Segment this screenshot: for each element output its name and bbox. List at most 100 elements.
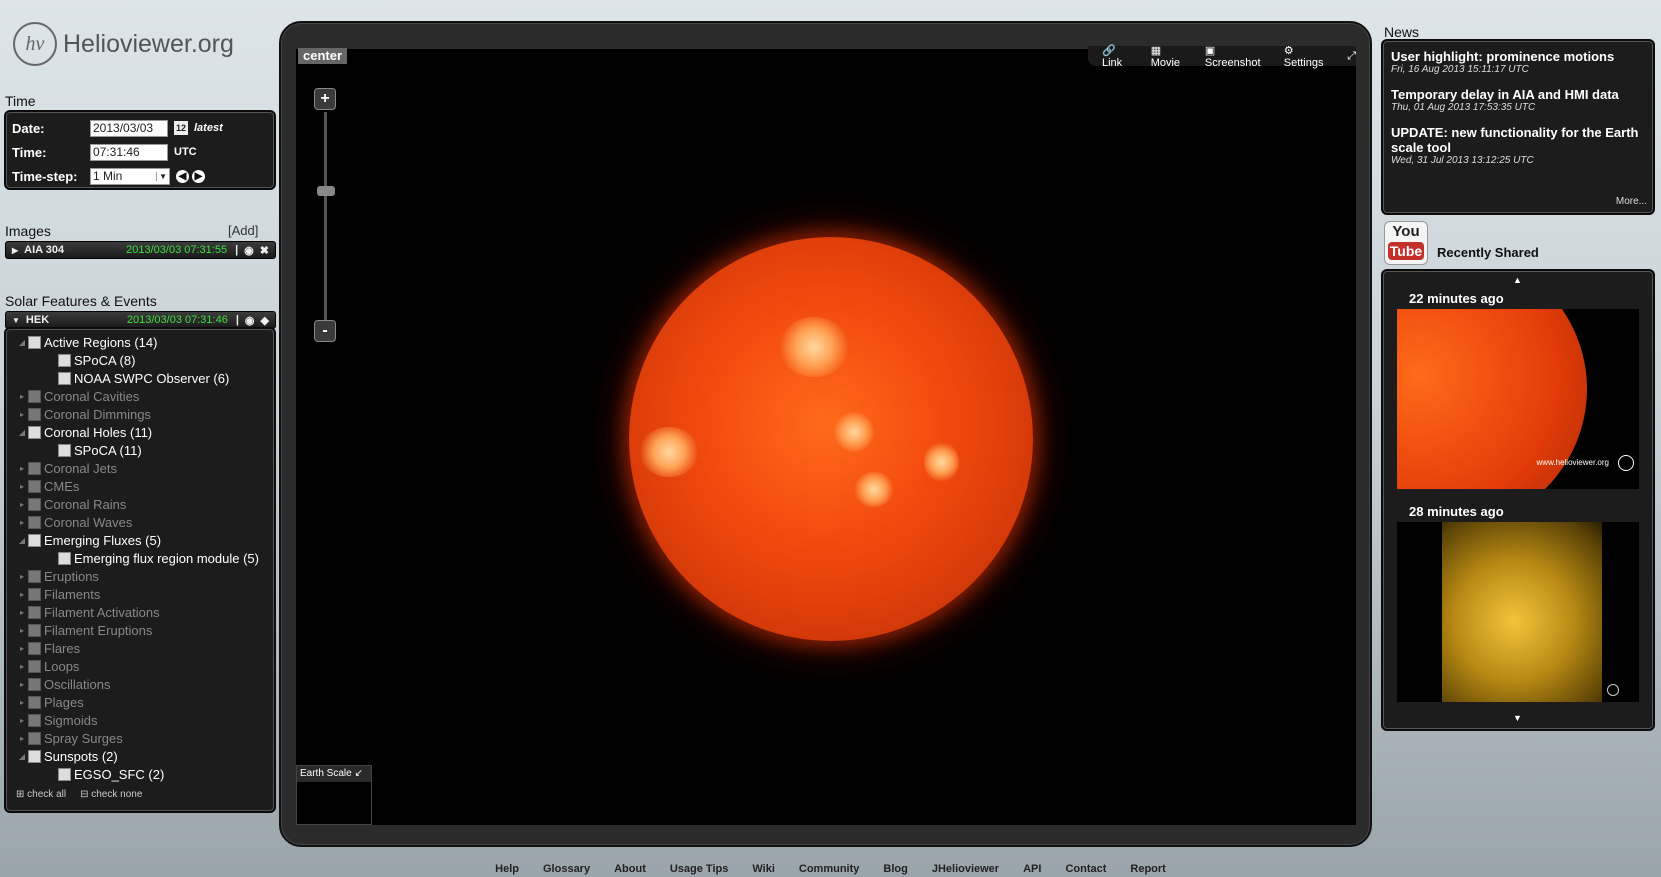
expand-icon[interactable]: ▸ xyxy=(16,464,28,473)
feature-checkbox[interactable] xyxy=(28,623,41,637)
zoom-slider-track[interactable] xyxy=(324,112,327,322)
footer-link[interactable]: Usage Tips xyxy=(670,863,729,875)
step-back-icon[interactable]: ◀ xyxy=(176,169,189,183)
step-forward-icon[interactable]: ▶ xyxy=(192,169,205,183)
calendar-icon[interactable]: 12 xyxy=(174,121,188,135)
timestep-select[interactable]: 1 Min ▼ xyxy=(90,167,170,185)
news-item[interactable]: UPDATE: new functionality for the Earth … xyxy=(1391,125,1645,166)
minimize-icon[interactable]: ↙ xyxy=(354,768,362,779)
link-button[interactable]: 🔗 Link xyxy=(1102,44,1137,69)
footer-link[interactable]: About xyxy=(614,863,646,875)
feature-checkbox[interactable] xyxy=(28,569,41,583)
check-none-link[interactable]: ⊟ check none xyxy=(80,789,142,800)
feature-checkbox[interactable] xyxy=(28,389,41,403)
expand-icon[interactable]: ▸ xyxy=(16,518,28,527)
feature-checkbox[interactable] xyxy=(28,461,41,475)
feature-tree-item[interactable]: ▸ Filament Activations xyxy=(6,603,274,621)
feature-checkbox[interactable] xyxy=(28,533,41,547)
scroll-down-icon[interactable]: ▼ xyxy=(1513,713,1522,723)
feature-tree-item[interactable]: ▸ CMEs xyxy=(6,477,274,495)
video-thumbnail[interactable]: www.helioviewer.org xyxy=(1397,309,1639,489)
feature-tree-item[interactable]: ▸ Oscillations xyxy=(6,675,274,693)
zoom-slider-handle[interactable] xyxy=(317,186,335,196)
zoom-out-button[interactable]: - xyxy=(314,320,336,342)
tag-icon[interactable]: ◆ xyxy=(261,314,269,327)
feature-checkbox[interactable] xyxy=(28,749,41,763)
footer-link[interactable]: JHelioviewer xyxy=(932,863,999,875)
feature-checkbox[interactable] xyxy=(28,605,41,619)
visibility-eye-icon[interactable]: ◉ xyxy=(244,244,254,257)
zoom-in-button[interactable]: + xyxy=(314,88,336,110)
feature-checkbox[interactable] xyxy=(28,731,41,745)
footer-link[interactable]: Contact xyxy=(1065,863,1106,875)
expand-icon[interactable]: ▸ xyxy=(16,608,28,617)
more-news-link[interactable]: More... xyxy=(1616,196,1647,207)
collapse-icon[interactable]: ▼ xyxy=(12,316,20,325)
feature-checkbox[interactable] xyxy=(58,443,71,457)
feature-checkbox[interactable] xyxy=(28,587,41,601)
feature-tree-item[interactable]: SPoCA (11) xyxy=(6,441,274,459)
feature-tree-item[interactable]: NOAA SWPC Observer (6) xyxy=(6,369,274,387)
news-item[interactable]: User highlight: prominence motions Fri, 1… xyxy=(1391,49,1645,75)
feature-checkbox[interactable] xyxy=(28,659,41,673)
expand-icon[interactable]: ◢ xyxy=(16,428,28,437)
news-title[interactable]: Temporary delay in AIA and HMI data xyxy=(1391,87,1645,102)
feature-checkbox[interactable] xyxy=(28,641,41,655)
feature-checkbox[interactable] xyxy=(58,353,71,367)
shared-video-2[interactable]: 28 minutes ago xyxy=(1397,504,1639,702)
feature-tree-item[interactable]: ◢ Coronal Holes (11) xyxy=(6,423,274,441)
expand-icon[interactable]: ▶ xyxy=(12,246,18,255)
feature-checkbox[interactable] xyxy=(28,695,41,709)
latest-link[interactable]: latest xyxy=(194,122,223,134)
expand-icon[interactable]: ▸ xyxy=(16,500,28,509)
feature-checkbox[interactable] xyxy=(28,479,41,493)
feature-checkbox[interactable] xyxy=(28,713,41,727)
feature-tree-item[interactable]: SPoCA (8) xyxy=(6,351,274,369)
expand-icon[interactable]: ▸ xyxy=(16,626,28,635)
expand-icon[interactable]: ▸ xyxy=(16,392,28,401)
feature-tree-item[interactable]: ▸ Plages xyxy=(6,693,274,711)
time-input[interactable] xyxy=(90,143,168,161)
feature-tree-item[interactable]: ▸ Coronal Cavities xyxy=(6,387,274,405)
expand-icon[interactable]: ▸ xyxy=(16,716,28,725)
feature-tree-item[interactable]: ▸ Filament Eruptions xyxy=(6,621,274,639)
center-button[interactable]: center xyxy=(298,48,348,64)
feature-checkbox[interactable] xyxy=(58,551,71,565)
footer-link[interactable]: Wiki xyxy=(752,863,775,875)
shared-video-1[interactable]: 22 minutes ago www.helioviewer.org xyxy=(1397,291,1639,489)
footer-link[interactable]: Help xyxy=(495,863,519,875)
expand-icon[interactable]: ▸ xyxy=(16,590,28,599)
feature-checkbox[interactable] xyxy=(28,497,41,511)
video-thumbnail[interactable] xyxy=(1397,522,1639,702)
logo[interactable]: hv Helioviewer.org xyxy=(13,22,234,66)
expand-icon[interactable]: ◢ xyxy=(16,752,28,761)
visibility-eye-icon[interactable]: ◉ xyxy=(245,314,255,327)
feature-checkbox[interactable] xyxy=(28,677,41,691)
expand-icon[interactable]: ▸ xyxy=(16,698,28,707)
footer-link[interactable]: Community xyxy=(799,863,860,875)
image-layer-row[interactable]: ▶ AIA 304 2013/03/03 07:31:55 | ◉ ✖ xyxy=(5,241,276,259)
youtube-logo[interactable]: You Tube xyxy=(1384,221,1428,265)
add-layer-link[interactable]: [Add] xyxy=(228,223,258,238)
settings-button[interactable]: ⚙ Settings xyxy=(1284,44,1333,69)
feature-tree-item[interactable]: ▸ Filaments xyxy=(6,585,274,603)
feature-tree-item[interactable]: ▸ Eruptions xyxy=(6,567,274,585)
footer-link[interactable]: Blog xyxy=(883,863,907,875)
feature-tree-item[interactable]: ▸ Coronal Jets xyxy=(6,459,274,477)
close-icon[interactable]: ✖ xyxy=(260,244,269,257)
feature-tree-item[interactable]: ▸ Coronal Waves xyxy=(6,513,274,531)
footer-link[interactable]: Report xyxy=(1130,863,1165,875)
feature-checkbox[interactable] xyxy=(28,407,41,421)
news-item[interactable]: Temporary delay in AIA and HMI data Thu, … xyxy=(1391,87,1645,113)
feature-tree-item[interactable]: ◢ Emerging Fluxes (5) xyxy=(6,531,274,549)
feature-tree-item[interactable]: ▸ Loops xyxy=(6,657,274,675)
sun-image[interactable] xyxy=(629,237,1033,641)
expand-icon[interactable]: ▸ xyxy=(16,680,28,689)
scroll-up-icon[interactable]: ▲ xyxy=(1513,275,1522,285)
expand-icon[interactable]: ▸ xyxy=(16,410,28,419)
feature-tree-item[interactable]: ▸ Coronal Rains xyxy=(6,495,274,513)
news-title[interactable]: User highlight: prominence motions xyxy=(1391,49,1645,64)
feature-checkbox[interactable] xyxy=(28,425,41,439)
feature-tree-item[interactable]: Emerging flux region module (5) xyxy=(6,549,274,567)
feature-checkbox[interactable] xyxy=(28,335,41,349)
